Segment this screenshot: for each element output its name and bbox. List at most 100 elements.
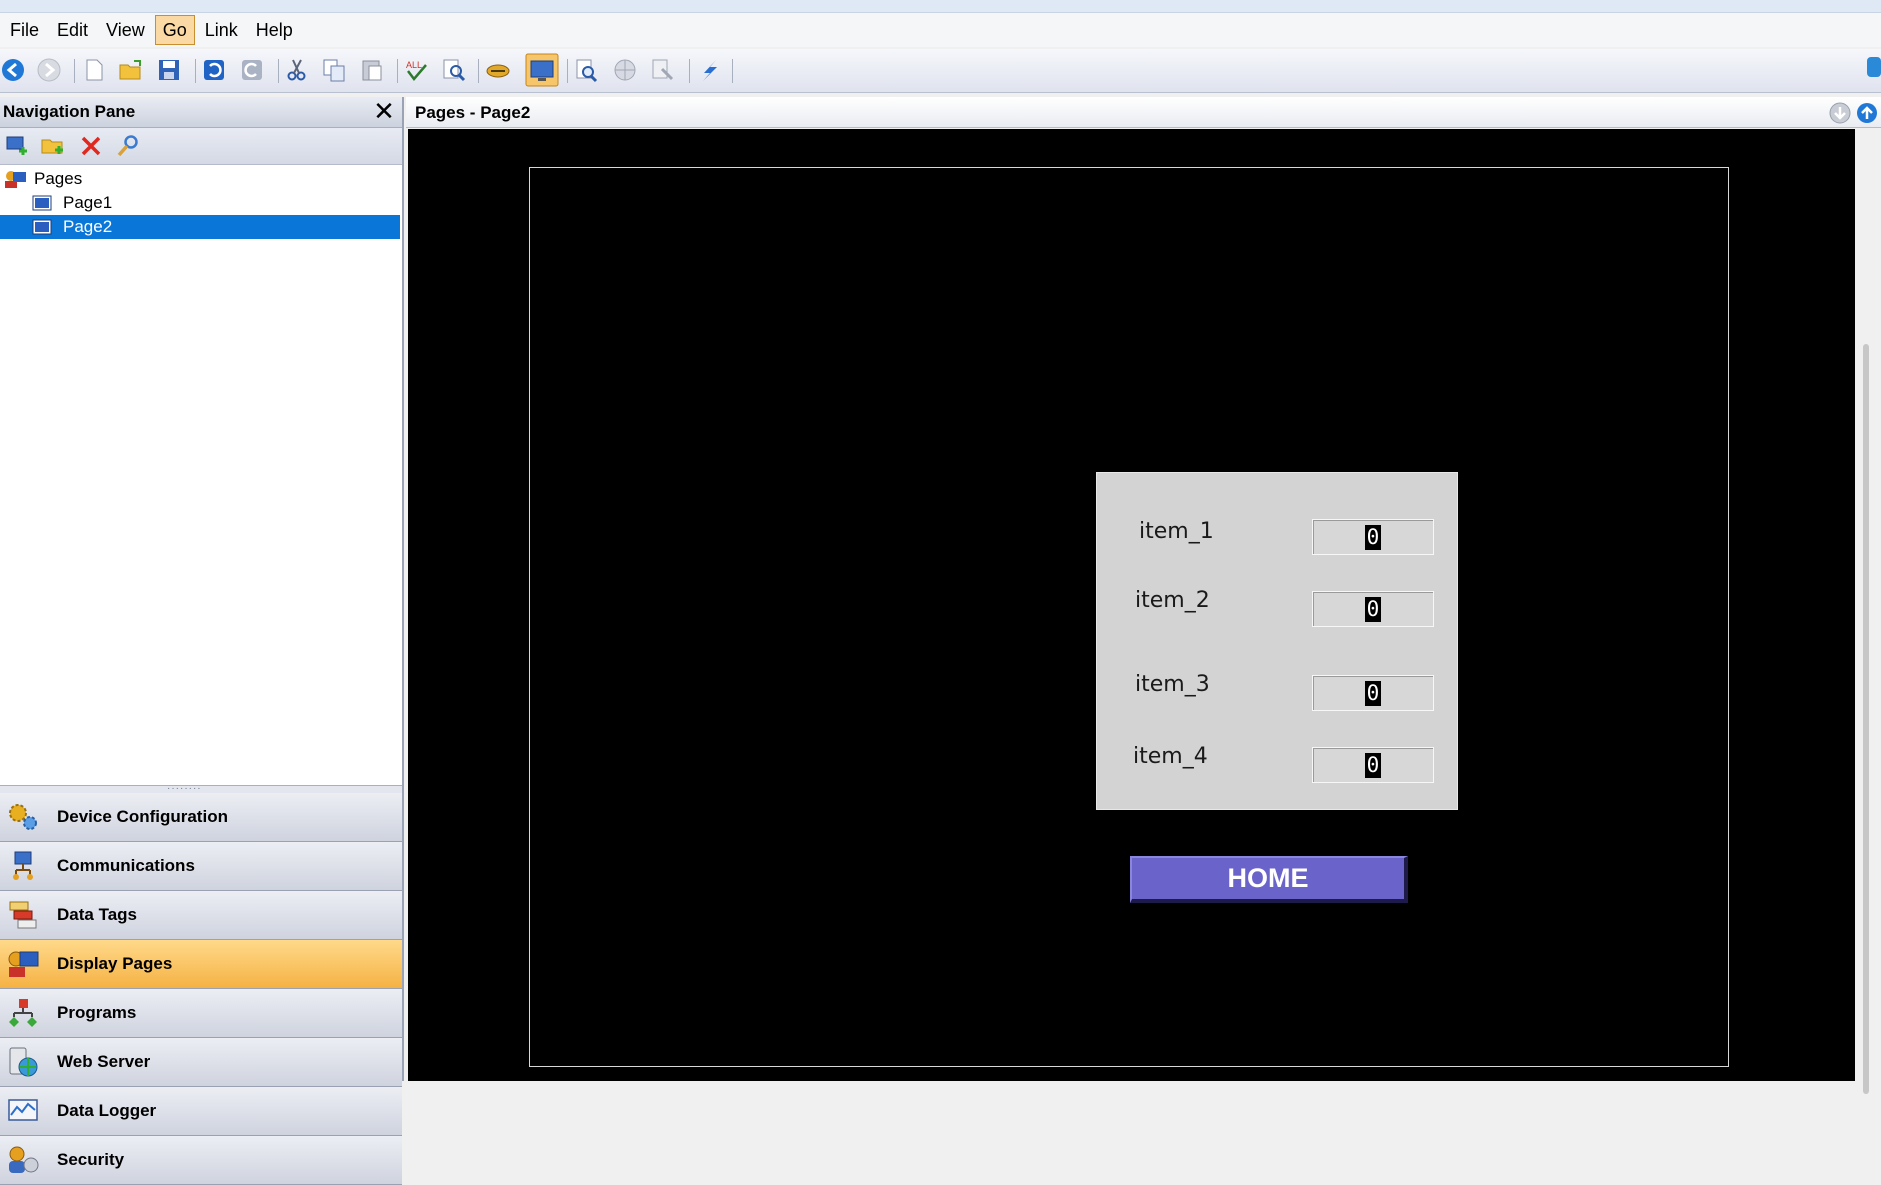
item-value: 0 (1365, 753, 1381, 778)
back-icon[interactable] (0, 57, 26, 83)
copy-icon[interactable] (321, 57, 347, 83)
item-panel: item_1 0 item_2 0 item_3 0 item_4 0 (1096, 472, 1458, 810)
programs-icon (9, 999, 37, 1027)
help-balloon-icon[interactable] (1866, 55, 1881, 81)
menu-bar: File Edit View Go Link Help (0, 13, 1881, 47)
delete-icon[interactable] (78, 133, 104, 159)
toolbar-separator (278, 59, 279, 83)
toolbar: ALL (0, 49, 1881, 93)
menu-edit[interactable]: Edit (49, 15, 96, 45)
section-label: Data Tags (57, 905, 137, 924)
document-pane: Pages - Page2 item_1 0 item_2 0 item_3 0… (406, 97, 1881, 1094)
pages-tree: Pages Page1 Page2 (0, 165, 402, 785)
scroll-down-icon[interactable] (1829, 102, 1851, 124)
scroll-up-icon[interactable] (1856, 102, 1878, 124)
page-icon (32, 219, 52, 235)
tree-root-label: Pages (34, 169, 83, 188)
tree-item-label: Page1 (63, 193, 113, 212)
undo-icon[interactable] (201, 57, 227, 83)
item-label: item_2 (1135, 588, 1210, 613)
item-label: item_4 (1133, 744, 1208, 769)
security-icon (9, 1146, 39, 1173)
menu-file-label: File (10, 20, 40, 40)
toolbar-separator (195, 59, 196, 83)
item-value-field[interactable]: 0 (1312, 519, 1434, 555)
tree-item-label: Page2 (63, 217, 113, 236)
splitter-grip: ········ (167, 783, 202, 794)
section-label: Communications (57, 856, 195, 875)
tree-root-pages[interactable]: Pages (0, 167, 402, 191)
tree-item-page1[interactable]: Page1 (0, 191, 402, 215)
toolbar-separator (478, 59, 479, 83)
display-icon[interactable] (525, 53, 559, 87)
item-label: item_1 (1139, 519, 1214, 544)
item-value-field[interactable]: 0 (1312, 591, 1434, 627)
menu-file[interactable]: File (2, 15, 47, 45)
redo-icon[interactable] (239, 57, 265, 83)
home-button[interactable]: HOME (1130, 856, 1408, 903)
toolbar-separator (74, 59, 75, 83)
zoom-icon[interactable] (574, 57, 600, 83)
forward-icon[interactable] (36, 57, 62, 83)
tree-item-page2[interactable]: Page2 (0, 215, 400, 239)
tags-icon (9, 901, 37, 929)
navigation-sections: Device Configuration Communications Data… (0, 793, 402, 1185)
menu-link[interactable]: Link (197, 15, 246, 45)
item-value: 0 (1365, 597, 1381, 622)
navigation-pane-header: Navigation Pane ✕ (0, 97, 402, 128)
section-communications[interactable]: Communications (0, 842, 402, 891)
save-icon[interactable] (156, 57, 182, 83)
page-canvas[interactable]: item_1 0 item_2 0 item_3 0 item_4 0 HOME (408, 129, 1855, 1081)
open-icon[interactable] (118, 57, 144, 83)
data-logger-icon (8, 1099, 38, 1121)
lightning-icon[interactable] (696, 57, 722, 83)
section-security[interactable]: Security (0, 1136, 402, 1185)
section-display-pages[interactable]: Display Pages (0, 940, 402, 989)
svg-text:ALL: ALL (406, 60, 422, 70)
navigation-pane-title: Navigation Pane (3, 102, 136, 121)
menu-go[interactable]: Go (154, 15, 195, 45)
section-data-logger[interactable]: Data Logger (0, 1087, 402, 1136)
properties-icon[interactable] (115, 133, 141, 159)
spell-check-icon[interactable]: ALL (404, 57, 430, 83)
navigation-pane: Navigation Pane ✕ Pages Page1 Page2 ····… (0, 97, 404, 1185)
item-value-field[interactable]: 0 (1312, 747, 1434, 783)
close-icon[interactable]: ✕ (372, 98, 396, 124)
toolbar-separator (397, 59, 398, 83)
new-icon[interactable] (81, 57, 107, 83)
cut-icon[interactable] (284, 57, 310, 83)
scrollbar-thumb[interactable] (1863, 344, 1869, 1094)
item-value: 0 (1365, 525, 1381, 550)
section-label: Device Configuration (57, 807, 228, 826)
toolbar-separator (567, 59, 568, 83)
section-label: Data Logger (57, 1101, 157, 1120)
section-label: Display Pages (57, 954, 173, 973)
section-data-tags[interactable]: Data Tags (0, 891, 402, 940)
vertical-scrollbar[interactable] (1858, 129, 1876, 1094)
network-icon (13, 851, 33, 880)
display-pages-icon (8, 951, 39, 977)
add-page-icon[interactable] (4, 133, 30, 159)
globe-icon[interactable] (612, 57, 638, 83)
gears-icon (9, 804, 37, 830)
print-icon[interactable] (650, 57, 676, 83)
web-server-icon (9, 1047, 38, 1077)
handshake-icon[interactable] (485, 57, 511, 83)
find-replace-icon[interactable] (441, 57, 467, 83)
section-web-server[interactable]: Web Server (0, 1038, 402, 1087)
section-label: Security (57, 1150, 125, 1169)
paste-icon[interactable] (359, 57, 385, 83)
item-value-field[interactable]: 0 (1312, 675, 1434, 711)
pages-folder-icon (5, 171, 26, 188)
section-device-configuration[interactable]: Device Configuration (0, 793, 402, 842)
item-label: item_3 (1135, 672, 1210, 697)
menu-help[interactable]: Help (248, 15, 301, 45)
add-folder-icon[interactable] (40, 133, 66, 159)
section-programs[interactable]: Programs (0, 989, 402, 1038)
section-label: Programs (57, 1003, 137, 1022)
section-label: Web Server (57, 1052, 151, 1071)
toolbar-separator (732, 59, 733, 83)
item-value: 0 (1365, 681, 1381, 706)
document-title: Pages - Page2 (415, 103, 531, 122)
menu-view[interactable]: View (98, 15, 153, 45)
